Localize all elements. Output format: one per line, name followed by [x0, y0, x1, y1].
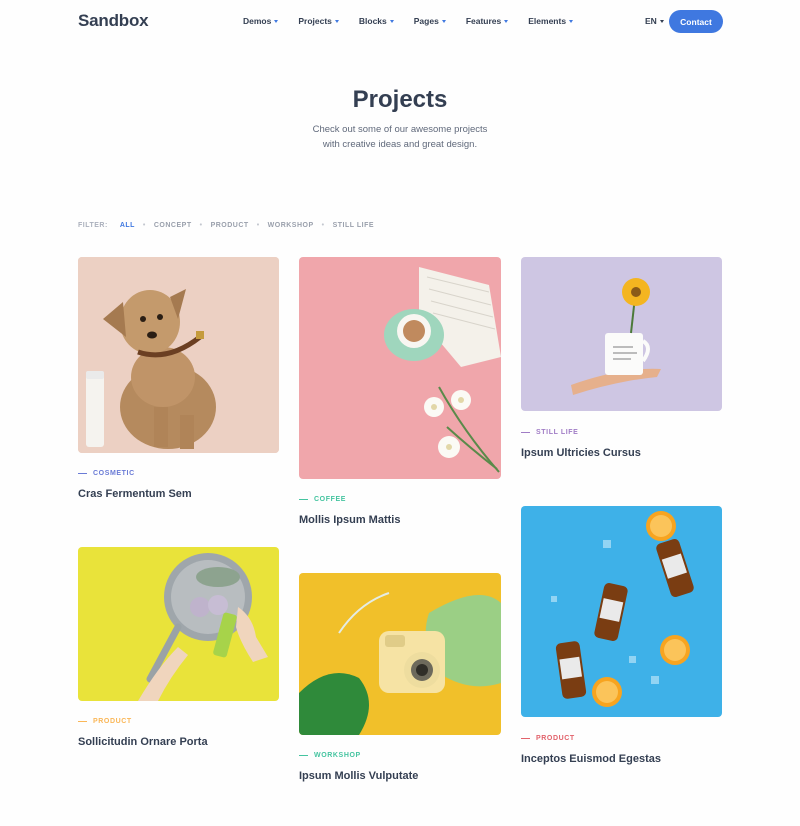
project-category: Coffee: [299, 496, 346, 503]
menu-label: Blocks: [358, 16, 387, 26]
project-category: Product: [521, 735, 575, 742]
menu-item-blocks[interactable]: Blocks: [359, 16, 394, 26]
filter-concept[interactable]: Concept: [154, 222, 192, 229]
project-category: Cosmetic: [78, 470, 135, 477]
chevron-down-icon: [504, 19, 509, 23]
separator: •: [142, 222, 146, 229]
chevron-down-icon: [334, 19, 339, 23]
page-title: Projects: [352, 86, 448, 113]
language-switcher[interactable]: EN: [645, 16, 664, 26]
menu-label: Projects: [298, 16, 332, 26]
project-title[interactable]: Ipsum Mollis Vulputate: [299, 770, 418, 782]
project-category: Product: [78, 718, 132, 725]
project-category: Still Life: [521, 429, 578, 436]
navbar: Sandbox Demos Projects Blocks Pages Feat…: [0, 0, 800, 44]
page-subtitle: Check out some of our awesome projects w…: [300, 122, 500, 152]
category-line: [78, 721, 87, 722]
category-label: Product: [536, 735, 575, 742]
menu-item-elements[interactable]: Elements: [528, 16, 574, 26]
menu-item-pages[interactable]: Pages: [414, 16, 446, 26]
project-image-pan[interactable]: [78, 547, 279, 701]
chevron-down-icon: [441, 19, 446, 23]
main-menu: Demos Projects Blocks Pages Features Ele…: [243, 16, 593, 26]
category-line: [78, 473, 87, 474]
project-title[interactable]: Sollicitudin Ornare Porta: [78, 736, 208, 748]
category-label: Product: [93, 718, 132, 725]
project-title[interactable]: Cras Fermentum Sem: [78, 488, 192, 500]
menu-label: Pages: [413, 16, 439, 26]
dog-illustration: [78, 257, 279, 453]
subtitle-line: Check out some of our awesome projects: [312, 124, 488, 135]
subtitle-line: with creative ideas and great design.: [322, 139, 478, 150]
filter-still-life[interactable]: Still Life: [333, 222, 374, 229]
pan-illustration: [78, 547, 279, 701]
filter-workshop[interactable]: Workshop: [268, 222, 314, 229]
coffee-illustration: [299, 257, 501, 479]
project-title[interactable]: Mollis Ipsum Mattis: [299, 514, 400, 526]
category-label: Cosmetic: [93, 470, 135, 477]
project-title[interactable]: Ipsum Ultricies Cursus: [521, 447, 641, 459]
project-filter: Filter: All • Concept • Product • Worksh…: [78, 222, 374, 229]
menu-label: Demos: [243, 16, 272, 26]
language-label: EN: [645, 16, 657, 26]
chevron-down-icon: [659, 19, 664, 23]
chevron-down-icon: [569, 19, 574, 23]
project-title[interactable]: Inceptos Euismod Egestas: [521, 753, 661, 765]
logo[interactable]: Sandbox: [78, 11, 149, 31]
category-label: Still Life: [536, 429, 579, 436]
category-line: [521, 432, 530, 433]
category-label: Coffee: [314, 496, 346, 503]
project-image-camera[interactable]: [299, 573, 501, 735]
bottles-illustration: [521, 506, 722, 717]
menu-label: Features: [465, 16, 502, 26]
filter-product[interactable]: Product: [211, 222, 249, 229]
filter-label: Filter:: [78, 222, 108, 229]
flower-mug-illustration: [521, 257, 722, 411]
contact-button[interactable]: Contact: [669, 10, 723, 33]
project-image-coffee[interactable]: [299, 257, 501, 479]
project-category: Workshop: [299, 752, 361, 759]
separator: •: [321, 222, 325, 229]
menu-item-demos[interactable]: Demos: [243, 16, 279, 26]
category-label: Workshop: [314, 752, 361, 759]
chevron-down-icon: [389, 19, 394, 23]
separator: •: [199, 222, 203, 229]
filter-all[interactable]: All: [120, 222, 135, 229]
project-image-flower-mug[interactable]: [521, 257, 722, 411]
menu-item-features[interactable]: Features: [465, 16, 509, 26]
camera-illustration: [299, 573, 501, 735]
category-line: [521, 738, 530, 739]
chevron-down-icon: [274, 19, 279, 23]
separator: •: [256, 222, 260, 229]
project-image-dog[interactable]: [78, 257, 279, 453]
category-line: [299, 755, 308, 756]
menu-item-projects[interactable]: Projects: [298, 16, 339, 26]
category-line: [299, 499, 308, 500]
project-image-bottles[interactable]: [521, 506, 722, 717]
menu-label: Elements: [528, 16, 567, 26]
